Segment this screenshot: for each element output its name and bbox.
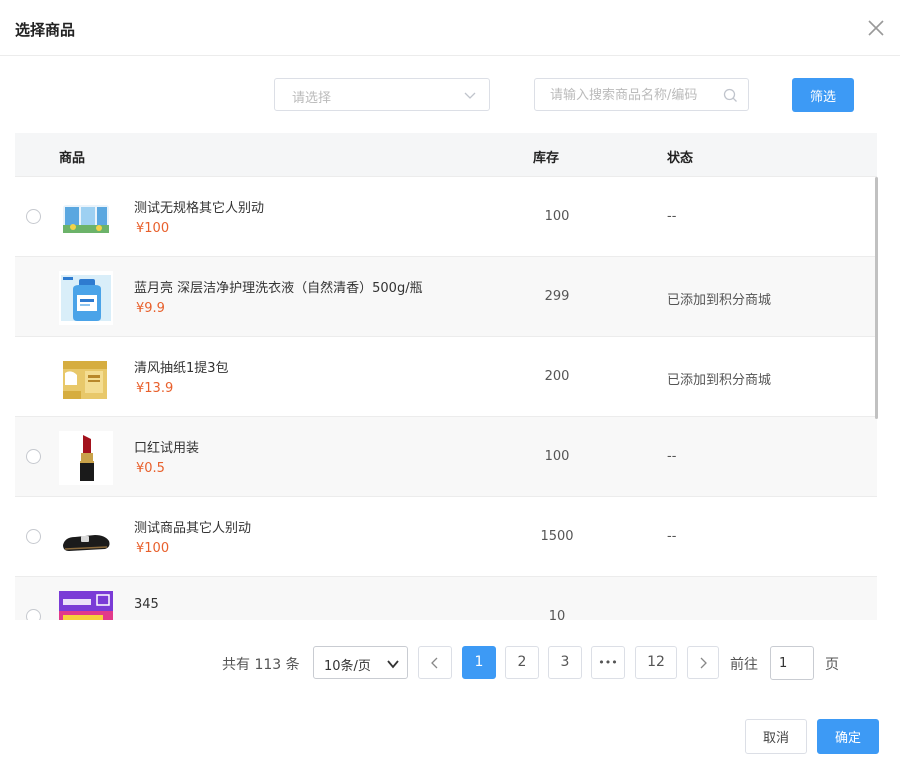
page-button-2[interactable]: 2 [505, 646, 539, 679]
product-status: -- [667, 449, 677, 464]
goto-page-input[interactable] [770, 646, 814, 680]
table-row[interactable]: 蓝月亮 深层洁净护理洗衣液（自然清香）500g/瓶 ¥9.9 299 已添加到积… [15, 257, 877, 337]
product-stock: 1500 [540, 529, 574, 544]
next-page-button[interactable] [687, 646, 719, 679]
product-stock: 100 [544, 449, 570, 464]
header-product: 商品 [59, 151, 86, 166]
total-count: 共有 113 条 [222, 657, 300, 673]
table-row[interactable]: 测试无规格其它人别动 ¥100 100 -- [15, 177, 877, 257]
product-price: ¥100 [136, 221, 170, 236]
product-name: 测试商品其它人别动 [134, 521, 252, 536]
search-box [534, 78, 749, 111]
row-radio[interactable] [26, 449, 41, 464]
search-icon[interactable] [723, 88, 738, 103]
cancel-button[interactable]: 取消 [745, 719, 807, 754]
vip-banner-image [59, 591, 113, 620]
product-status: -- [667, 209, 677, 224]
dialog-header: 选择商品 [0, 0, 900, 56]
table-scrollbar[interactable] [875, 177, 878, 419]
category-select[interactable]: 请选择 [274, 78, 490, 111]
chevron-right-icon [700, 657, 707, 669]
product-name: 蓝月亮 深层洁净护理洗衣液（自然清香）500g/瓶 [134, 281, 423, 296]
table-body: 测试无规格其它人别动 ¥100 100 -- 蓝月亮 深层洁净护理洗衣液（自然清 [15, 177, 877, 620]
product-price: ¥100 [136, 541, 170, 556]
page-size-label: 10条/页 [324, 659, 371, 674]
select-product-dialog: 选择商品 请选择 筛选 商品 库存 状态 [0, 0, 900, 765]
product-table: 商品 库存 状态 测试无规格其它人别动 ¥100 100 -- 蓝月亮 深层洁净… [15, 133, 877, 620]
page-button-1[interactable]: 1 [462, 646, 496, 679]
lipstick-image [59, 431, 113, 485]
product-price: ¥13.9 [136, 381, 174, 396]
tissue-pack-image [59, 191, 113, 245]
row-radio[interactable] [26, 209, 41, 224]
category-select-placeholder: 请选择 [292, 91, 332, 106]
table-row[interactable]: 清风抽纸1提3包 ¥13.9 200 已添加到积分商城 [15, 337, 877, 417]
prev-page-button[interactable] [418, 646, 452, 679]
filter-button[interactable]: 筛选 [792, 78, 854, 112]
page-button-3[interactable]: 3 [548, 646, 582, 679]
dialog-title: 选择商品 [15, 21, 76, 39]
table-row[interactable]: 口红试用装 ¥0.5 100 -- [15, 417, 877, 497]
product-stock: 100 [544, 209, 570, 224]
product-price: ¥9.9 [136, 301, 165, 316]
detergent-bottle-image [59, 271, 113, 325]
product-status: 已添加到积分商城 [667, 293, 772, 308]
header-status: 状态 [667, 151, 694, 166]
pagination: 共有 113 条 10条/页 1 2 3 ••• 12 前往 页 [0, 646, 900, 680]
page-size-select[interactable]: 10条/页 [313, 646, 408, 679]
product-name: 清风抽纸1提3包 [134, 361, 229, 376]
product-name: 345 [134, 597, 159, 612]
confirm-button[interactable]: 确定 [817, 719, 879, 754]
product-stock: 10 [548, 609, 566, 620]
filter-bar: 请选择 筛选 [0, 78, 900, 112]
product-price: ¥0.5 [136, 461, 165, 476]
product-status: -- [667, 529, 677, 544]
row-radio[interactable] [26, 609, 41, 620]
close-icon[interactable] [866, 18, 886, 38]
page-unit-label: 页 [825, 657, 839, 673]
search-input[interactable] [550, 86, 715, 104]
tissue-box-image [59, 351, 113, 405]
row-radio[interactable] [26, 529, 41, 544]
goto-label: 前往 [730, 657, 758, 673]
product-stock: 299 [544, 289, 570, 304]
table-header: 商品 库存 状态 [15, 133, 877, 177]
table-row[interactable]: 测试商品其它人别动 ¥100 1500 -- [15, 497, 877, 577]
product-name: 测试无规格其它人别动 [134, 201, 265, 216]
table-row[interactable]: 345 10 [15, 577, 877, 620]
header-stock: 库存 [533, 151, 560, 166]
page-button-12[interactable]: 12 [635, 646, 677, 679]
chevron-left-icon [431, 657, 438, 669]
chevron-down-icon [464, 92, 476, 99]
shoe-image [59, 511, 113, 565]
chevron-down-icon [387, 660, 399, 669]
product-status: 已添加到积分商城 [667, 373, 772, 388]
page-ellipsis-button[interactable]: ••• [591, 646, 625, 679]
product-name: 口红试用装 [134, 441, 200, 456]
product-stock: 200 [544, 369, 570, 384]
